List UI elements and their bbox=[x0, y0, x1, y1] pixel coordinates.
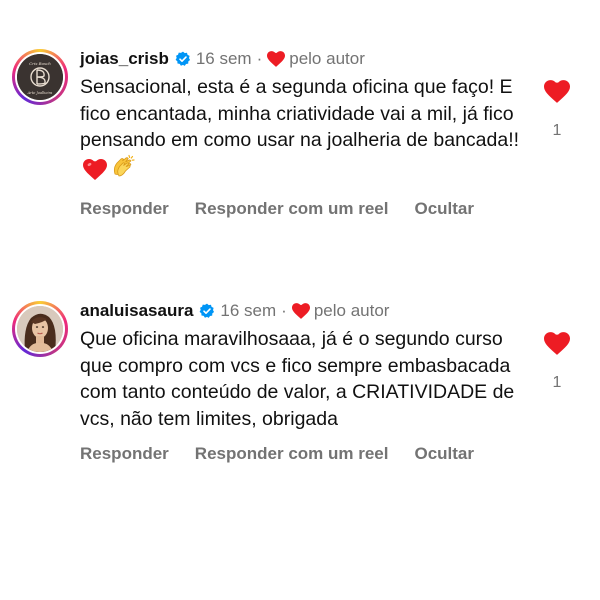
heart-icon bbox=[83, 158, 107, 188]
clapping-hands-icon bbox=[110, 154, 136, 188]
liked-by-author: pelo autor bbox=[289, 49, 365, 68]
comment-text: Que oficina maravilhosaaa, já é o segund… bbox=[80, 328, 515, 430]
username[interactable]: analuisasaura bbox=[80, 301, 193, 321]
reply-button[interactable]: Responder bbox=[80, 444, 169, 464]
reply-with-reel-button[interactable]: Responder com um reel bbox=[195, 199, 389, 219]
like-control: 1 bbox=[542, 80, 572, 140]
avatar[interactable]: Cris Bosch Arte Joalheira bbox=[12, 49, 68, 105]
like-count: 1 bbox=[552, 374, 562, 391]
verified-badge-icon bbox=[199, 303, 215, 319]
like-control: 1 bbox=[542, 332, 572, 392]
hide-button[interactable]: Ocultar bbox=[414, 444, 474, 464]
hide-button[interactable]: Ocultar bbox=[414, 199, 474, 219]
jewelry-logo-icon: Cris Bosch Arte Joalheira bbox=[17, 54, 63, 100]
reply-button[interactable]: Responder bbox=[80, 199, 169, 219]
like-count: 1 bbox=[552, 122, 562, 139]
reply-with-reel-button[interactable]: Responder com um reel bbox=[195, 444, 389, 464]
profile-photo-icon bbox=[17, 306, 63, 352]
comment-actions: Responder Responder com um reel Ocultar bbox=[80, 444, 520, 464]
separator: · bbox=[256, 49, 263, 68]
like-heart-icon[interactable] bbox=[544, 332, 570, 359]
username[interactable]: joias_crisb bbox=[80, 49, 169, 69]
like-heart-icon[interactable] bbox=[544, 80, 570, 107]
timestamp: 16 sem bbox=[220, 301, 277, 320]
comment-header: analuisasaura 16 sem · pelo autor bbox=[80, 296, 520, 326]
comment-text: Sensacional, esta é a segunda oficina qu… bbox=[80, 74, 520, 187]
comment-actions: Responder Responder com um reel Ocultar bbox=[80, 199, 520, 219]
separator: · bbox=[281, 301, 287, 320]
liked-by-author: pelo autor bbox=[313, 301, 390, 320]
svg-text:Cris Bosch: Cris Bosch bbox=[29, 61, 51, 66]
avatar[interactable] bbox=[12, 301, 68, 357]
svg-text:Arte Joalheira: Arte Joalheira bbox=[27, 91, 53, 95]
comment-header: joias_crisb 16 sem · pelo autor bbox=[80, 44, 520, 74]
timestamp: 16 sem bbox=[195, 49, 252, 68]
heart-icon bbox=[267, 51, 286, 67]
verified-badge-icon bbox=[175, 51, 191, 67]
heart-icon bbox=[291, 303, 310, 319]
